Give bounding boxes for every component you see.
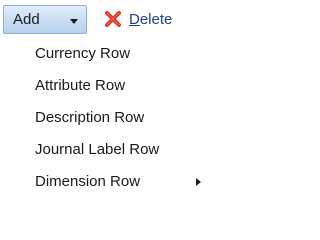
- menu-item-description-row[interactable]: Description Row: [18, 102, 211, 134]
- chevron-right-icon: [196, 178, 201, 186]
- menu-item-dimension-row[interactable]: Dimension Row: [18, 166, 211, 198]
- menu-item-journal-label-row[interactable]: Journal Label Row: [18, 134, 211, 166]
- delete-icon: [105, 11, 121, 27]
- add-dropdown-menu: Currency Row Attribute Row Description R…: [18, 38, 211, 202]
- delete-label-rest: elete: [139, 10, 173, 28]
- delete-button-label: Delete: [129, 11, 172, 28]
- add-menu-screenshot: Add Delete Currency Row Attribute Row De…: [0, 0, 211, 202]
- delete-mnemonic-letter: D: [129, 10, 140, 28]
- menu-item-label: Description Row: [35, 109, 145, 126]
- chevron-down-icon: [70, 19, 78, 24]
- menu-item-label: Dimension Row: [35, 173, 141, 190]
- toolbar: Add Delete: [0, 0, 211, 38]
- delete-button[interactable]: Delete: [104, 6, 172, 32]
- add-dropdown-button[interactable]: Add: [3, 5, 87, 34]
- menu-item-label: Currency Row: [35, 45, 131, 62]
- menu-item-attribute-row[interactable]: Attribute Row: [18, 70, 211, 102]
- add-button-label: Add: [13, 11, 40, 28]
- menu-item-label: Attribute Row: [35, 77, 126, 94]
- menu-item-currency-row[interactable]: Currency Row: [18, 38, 211, 70]
- menu-item-label: Journal Label Row: [35, 141, 160, 158]
